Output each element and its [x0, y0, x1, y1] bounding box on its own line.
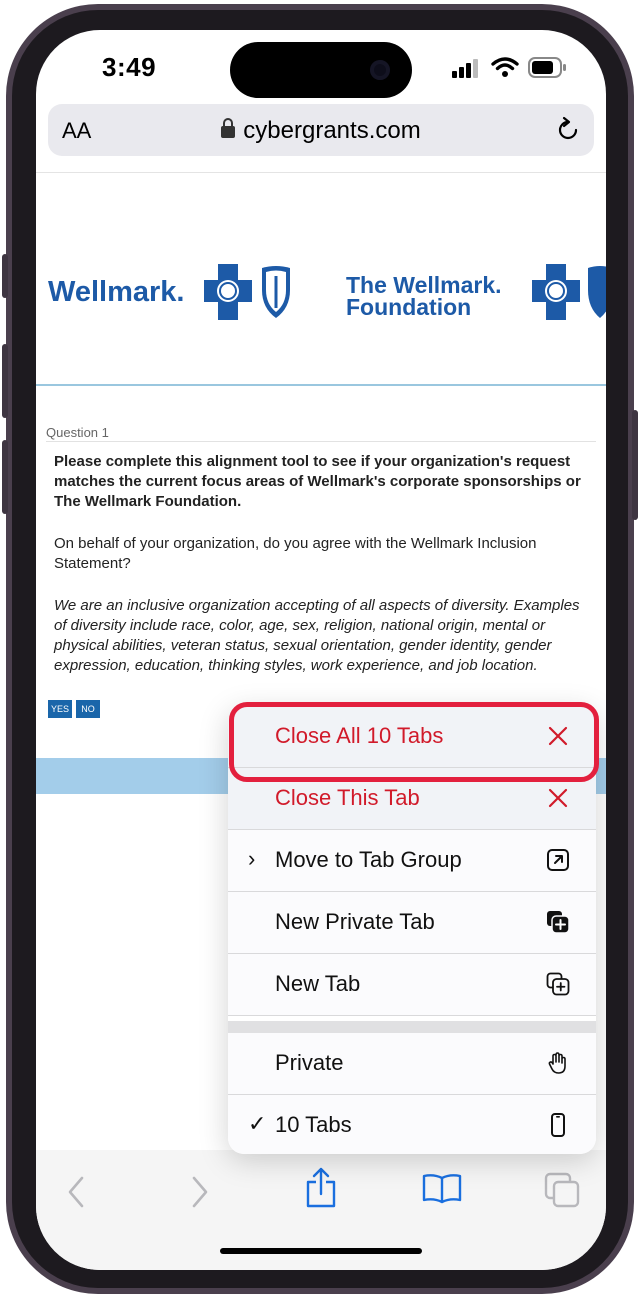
volume-up-button	[2, 344, 8, 418]
status-time: 3:49	[102, 52, 157, 82]
menu-item-label: Close This Tab	[275, 785, 420, 810]
no-button[interactable]: NO	[76, 700, 100, 718]
url-field[interactable]: cybergrants.com	[48, 117, 594, 145]
menu-item-private[interactable]: Private	[228, 1033, 596, 1095]
menu-separator	[228, 1021, 596, 1033]
menu-item-label: 10 Tabs	[275, 1112, 352, 1137]
plus-square-filled-icon	[547, 911, 570, 934]
arrow-up-right-square-icon	[547, 849, 569, 871]
volume-down-button	[2, 440, 8, 514]
yes-button[interactable]: YES	[48, 700, 72, 718]
highlight-annotation	[229, 702, 599, 782]
wellmark-cross-shield-logo	[204, 264, 290, 320]
home-indicator	[220, 1248, 422, 1254]
cellular-signal-icon	[452, 59, 478, 78]
menu-item-label: Private	[275, 1050, 344, 1075]
foundation-logo-text: The Wellmark. Foundation	[346, 272, 502, 320]
inclusion-statement: We are an inclusive organization accepti…	[54, 597, 580, 674]
tabs-icon[interactable]	[544, 1172, 580, 1208]
bookmarks-icon[interactable]	[422, 1172, 462, 1204]
dynamic-island	[230, 42, 412, 98]
chevron-right-icon: ›	[248, 846, 256, 871]
menu-item-label: New Private Tab	[275, 909, 435, 934]
menu-item-label: Move to Tab Group	[275, 847, 462, 872]
header-rule	[36, 384, 606, 386]
forward-icon[interactable]	[190, 1176, 210, 1208]
url-text: cybergrants.com	[243, 117, 421, 144]
reload-icon[interactable]	[554, 116, 582, 144]
share-icon[interactable]	[304, 1166, 338, 1210]
page-top-divider	[36, 172, 606, 173]
address-bar[interactable]: AA cybergrants.com	[48, 104, 594, 156]
camera-icon	[370, 60, 390, 80]
wellmark-logo-text: Wellmark.	[48, 276, 185, 308]
back-icon[interactable]	[66, 1176, 86, 1208]
menu-item-new-tab[interactable]: New Tab	[228, 954, 596, 1016]
power-button	[632, 410, 638, 520]
menu-item-move-to-tab-group[interactable]: › Move to Tab Group	[228, 830, 596, 892]
action-button	[2, 254, 8, 298]
screen: 3:49 AA cybergrants.com Wellmark. The We…	[36, 30, 606, 1270]
foundation-logo-line2: Foundation	[346, 294, 472, 320]
question-text: On behalf of your organization, do you a…	[54, 535, 537, 572]
wifi-icon	[491, 57, 519, 77]
iphone-icon	[551, 1113, 565, 1137]
checkmark-icon: ✓	[248, 1111, 267, 1136]
close-icon	[548, 788, 568, 808]
question-label: Question 1	[46, 425, 109, 440]
question-divider	[46, 441, 596, 442]
foundation-logo-line1: The Wellmark.	[346, 272, 502, 298]
plus-square-on-square-icon	[546, 972, 570, 996]
menu-item-10-tabs[interactable]: ✓ 10 Tabs	[228, 1095, 596, 1154]
foundation-cross-shield-logo	[532, 264, 606, 320]
battery-icon	[528, 57, 566, 78]
menu-item-new-private-tab[interactable]: New Private Tab	[228, 892, 596, 954]
lock-icon	[221, 118, 236, 138]
menu-item-label: New Tab	[275, 971, 361, 996]
hand-icon	[548, 1052, 566, 1074]
question-heading: Please complete this alignment tool to s…	[54, 453, 581, 510]
